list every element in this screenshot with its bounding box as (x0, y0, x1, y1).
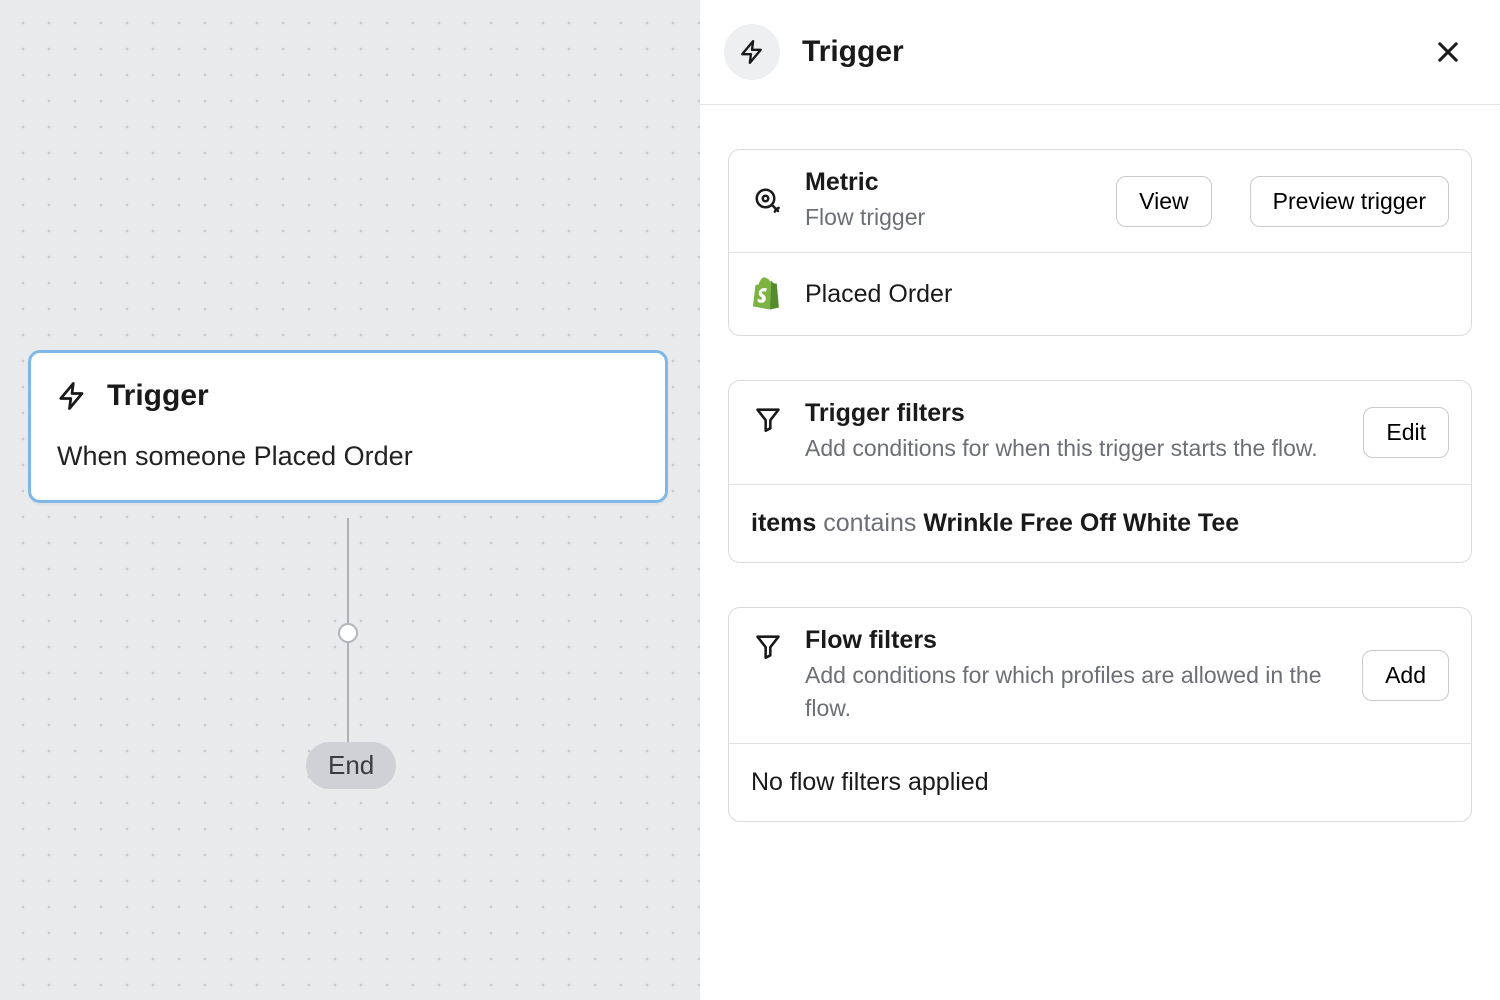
close-button[interactable] (1428, 32, 1468, 72)
metric-card: Metric Flow trigger View Preview trigger (728, 149, 1472, 336)
trigger-filters-card: Trigger filters Add conditions for when … (728, 380, 1472, 562)
trigger-node[interactable]: Trigger When someone Placed Order (28, 350, 668, 503)
trigger-filters-title: Trigger filters (805, 399, 1343, 428)
metric-title: Metric (805, 168, 1096, 197)
trigger-filters-subtitle: Add conditions for when this trigger sta… (805, 432, 1343, 465)
flow-filters-card: Flow filters Add conditions for which pr… (728, 607, 1472, 823)
trigger-panel: Trigger (700, 0, 1500, 1000)
metric-source-name: Placed Order (805, 280, 952, 309)
trigger-node-description: When someone Placed Order (57, 441, 639, 472)
add-flow-filter-button[interactable]: Add (1362, 650, 1449, 701)
end-node[interactable]: End (306, 742, 396, 789)
flow-canvas[interactable]: Trigger When someone Placed Order End (0, 0, 700, 1000)
view-button[interactable]: View (1116, 176, 1211, 227)
edit-trigger-filters-button[interactable]: Edit (1363, 407, 1449, 458)
flow-filters-subtitle: Add conditions for which profiles are al… (805, 659, 1342, 726)
panel-header: Trigger (700, 0, 1500, 105)
lightning-icon (57, 377, 87, 415)
filter-icon (751, 405, 785, 433)
panel-title: Trigger (802, 35, 1406, 69)
metric-subtitle: Flow trigger (805, 201, 1096, 234)
condition-value: Wrinkle Free Off White Tee (923, 509, 1239, 537)
connector-dot[interactable] (338, 623, 358, 643)
lightning-icon (724, 24, 780, 80)
preview-trigger-button[interactable]: Preview trigger (1250, 176, 1449, 227)
close-icon (1434, 38, 1462, 66)
flow-filters-empty-text: No flow filters applied (751, 768, 989, 797)
shopify-icon (751, 277, 785, 311)
condition-operator: contains (823, 509, 916, 537)
trigger-filter-condition[interactable]: items contains Wrinkle Free Off White Te… (729, 484, 1471, 562)
metric-source-row[interactable]: Placed Order (729, 252, 1471, 335)
flow-filters-title: Flow filters (805, 626, 1342, 655)
flow-filters-empty-row: No flow filters applied (729, 743, 1471, 821)
filter-icon (751, 632, 785, 660)
trigger-node-title: Trigger (107, 379, 209, 413)
condition-field: items (751, 509, 816, 537)
metric-icon (751, 186, 785, 216)
